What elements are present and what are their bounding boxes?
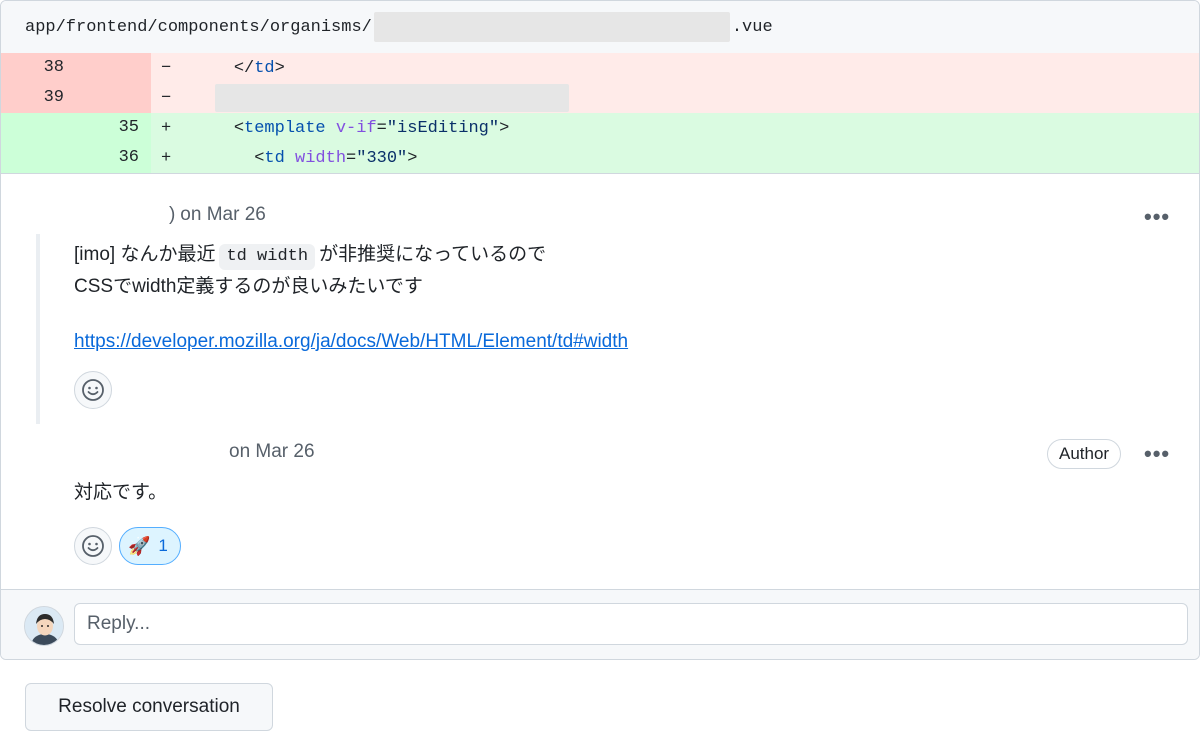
- file-path-header[interactable]: app/frontend/components/organisms/ .vue: [1, 1, 1199, 53]
- code-token-string: "330": [356, 148, 408, 168]
- diff-line-added-35: 35 + <template v-if="isEditing">: [1, 113, 1199, 143]
- old-line-number: [1, 113, 76, 143]
- code-token-tag: template: [244, 118, 326, 138]
- redacted-username: ): [169, 204, 175, 225]
- code-token-close: >: [499, 118, 510, 138]
- diff-sign: +: [161, 118, 172, 138]
- diff-sign: +: [161, 148, 172, 168]
- code-token-close: >: [407, 148, 418, 168]
- code-token-open: <: [254, 148, 265, 168]
- comment-1-body-line-1: [imo] なんか最近 td width が非推奨になっているので: [74, 239, 546, 271]
- comment-2-body: 対応です。: [74, 482, 168, 503]
- old-line-number: 38: [1, 53, 76, 83]
- code-token-open: <: [233, 118, 245, 138]
- new-line-number: 35: [76, 113, 151, 143]
- comment-1-text-suffix: が非推奨になっているので: [319, 244, 547, 265]
- diff-line-added-36: 36 + <td width="330">: [1, 143, 1199, 173]
- diff-sign: −: [161, 58, 172, 78]
- code-token-close: >: [274, 58, 285, 78]
- add-reaction-button[interactable]: [74, 527, 112, 565]
- comment-1-thread-line: [36, 234, 40, 424]
- diff-line-deleted-38: 38 − </td>: [1, 53, 1199, 83]
- inline-code: td width: [219, 244, 316, 270]
- code-token-attr: v-if: [335, 118, 377, 138]
- comment-2-date[interactable]: on Mar 26: [229, 441, 315, 463]
- redacted-file-name: [373, 12, 730, 42]
- redacted-code: [215, 84, 569, 112]
- new-line-number: 36: [76, 143, 151, 173]
- comment-1-text-prefix: [imo] なんか最近: [74, 244, 216, 265]
- mdn-link[interactable]: https://developer.mozilla.org/ja/docs/We…: [74, 331, 628, 353]
- diff-sign: −: [161, 88, 172, 108]
- old-line-number: 39: [1, 83, 76, 113]
- file-path-suffix: .vue: [731, 17, 773, 37]
- comment-2-menu-kebab-icon[interactable]: •••: [1144, 443, 1170, 465]
- comment-thread: ) on Mar 26 ••• [imo] なんか最近 td width が非推奨に…: [1, 173, 1199, 589]
- comment-1-date: on Mar 26: [180, 204, 266, 225]
- diff-line-deleted-39: 39 −: [1, 83, 1199, 113]
- add-reaction-button[interactable]: [74, 371, 112, 409]
- code-line: <template v-if="isEditing">: [193, 119, 509, 138]
- smiley-icon: [82, 379, 104, 401]
- rocket-reaction-button[interactable]: 🚀 1: [119, 527, 181, 565]
- smiley-icon: [82, 535, 104, 557]
- new-line-number: [76, 83, 151, 113]
- code-token-eq: =: [346, 148, 357, 168]
- code-line: <td width="330">: [193, 149, 417, 168]
- user-avatar[interactable]: [24, 606, 64, 646]
- rocket-icon: 🚀: [128, 536, 151, 556]
- file-path-prefix: app/frontend/components/organisms/: [25, 17, 372, 37]
- code-token-tag: td: [254, 58, 275, 78]
- code-token-tag: td: [264, 148, 285, 168]
- reply-bar: [1, 589, 1199, 659]
- comment-1-body-line-2: CSSでwidth定義するのが良いみたいです: [74, 276, 423, 297]
- code-token-attr: width: [295, 148, 347, 168]
- new-line-number: [76, 53, 151, 83]
- code-token-string: "isEditing": [386, 118, 500, 138]
- review-thread-panel: app/frontend/components/organisms/ .vue 3…: [0, 0, 1200, 660]
- resolve-conversation-button[interactable]: Resolve conversation: [25, 683, 273, 731]
- comment-1-menu-kebab-icon[interactable]: •••: [1144, 206, 1170, 228]
- reply-input[interactable]: [74, 603, 1188, 645]
- avatar-icon: [25, 607, 63, 645]
- code-token-open: </: [233, 58, 255, 78]
- author-badge: Author: [1047, 439, 1122, 469]
- old-line-number: [1, 143, 76, 173]
- comment-1-timestamp[interactable]: ) on Mar 26: [169, 204, 266, 226]
- code-token-eq: =: [376, 118, 387, 138]
- reaction-count: 1: [158, 536, 168, 555]
- code-line: </td>: [193, 59, 285, 78]
